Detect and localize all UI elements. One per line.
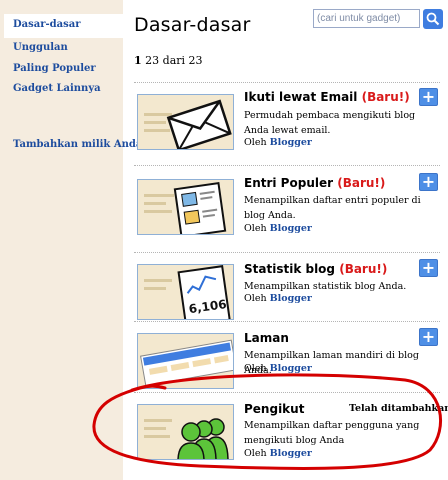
- sidebar-item-dasar-dasar[interactable]: Dasar-dasar: [13, 19, 81, 30]
- sidebar-item-unggulan[interactable]: Unggulan: [13, 42, 68, 53]
- gadget-author: Oleh Blogger: [244, 137, 312, 148]
- gadget-title[interactable]: Ikuti lewat Email (Baru!): [244, 90, 410, 104]
- gadget-name: Laman: [244, 331, 289, 345]
- gadget-author: Oleh Blogger: [244, 223, 312, 234]
- gadget-title[interactable]: Statistik blog (Baru!): [244, 262, 387, 276]
- gadget-author: Oleh Blogger: [244, 363, 312, 374]
- page-title: Dasar-dasar: [134, 14, 251, 36]
- sidebar-item-tambahkan-milik-anda[interactable]: Tambahkan milik Anda: [13, 139, 142, 150]
- gadget-description: Menampilkan daftar entri populer di blog…: [244, 195, 421, 221]
- add-gadget-button[interactable]: +: [419, 259, 438, 277]
- new-badge: (Baru!): [361, 90, 410, 104]
- author-link[interactable]: Blogger: [270, 448, 312, 459]
- author-prefix: Oleh: [244, 223, 267, 234]
- divider: [134, 321, 440, 322]
- divider: [134, 392, 440, 393]
- gadget-description: Menampilkan daftar pengguna yang mengiku…: [244, 420, 420, 446]
- search-icon: [426, 12, 440, 26]
- divider: [134, 165, 440, 166]
- add-gadget-button[interactable]: +: [419, 328, 438, 346]
- sidebar: Dasar-dasar Unggulan Paling Populer Gadg…: [0, 0, 142, 480]
- sidebar-item-paling-populer[interactable]: Paling Populer: [13, 63, 96, 74]
- gadget-name: Statistik blog: [244, 262, 336, 276]
- author-prefix: Oleh: [244, 448, 267, 459]
- gadget-name: Ikuti lewat Email: [244, 90, 358, 104]
- gadget-author: Oleh Blogger: [244, 448, 312, 459]
- document-icon: [137, 179, 234, 235]
- search-button[interactable]: [423, 9, 443, 29]
- divider: [134, 82, 440, 83]
- gadget-description: Menampilkan statistik blog Anda.: [244, 281, 407, 292]
- gadget-title[interactable]: Laman: [244, 331, 289, 345]
- divider: [134, 252, 440, 253]
- new-badge: (Baru!): [339, 262, 388, 276]
- envelope-icon: [137, 94, 234, 150]
- pages-icon: [137, 333, 234, 389]
- author-link[interactable]: Blogger: [270, 293, 312, 304]
- new-badge: (Baru!): [337, 176, 386, 190]
- author-link[interactable]: Blogger: [270, 137, 312, 148]
- gadget-author: Oleh Blogger: [244, 293, 312, 304]
- stats-chart-icon: 6,106: [137, 264, 234, 320]
- author-prefix: Oleh: [244, 363, 267, 374]
- gadget-title[interactable]: Pengikut: [244, 402, 304, 416]
- pagination-range: 23 dari 23: [145, 54, 203, 67]
- author-prefix: Oleh: [244, 293, 267, 304]
- gadget-description: Permudah pembaca mengikuti blog Anda lew…: [244, 110, 416, 136]
- gadget-name: Pengikut: [244, 402, 305, 416]
- pagination: 1 23 dari 23: [134, 54, 203, 67]
- sidebar-item-gadget-lainnya[interactable]: Gadget Lainnya: [13, 83, 101, 94]
- gadget-title[interactable]: Entri Populer (Baru!): [244, 176, 385, 190]
- added-status: Telah ditambahkan: [349, 403, 448, 414]
- author-prefix: Oleh: [244, 137, 267, 148]
- add-gadget-button[interactable]: +: [419, 173, 438, 191]
- followers-icon: [137, 404, 234, 460]
- author-link[interactable]: Blogger: [270, 223, 312, 234]
- search-input[interactable]: (cari untuk gadget): [313, 9, 420, 28]
- pagination-current: 1: [134, 54, 142, 67]
- add-gadget-button[interactable]: +: [419, 88, 438, 106]
- gadget-name: Entri Populer: [244, 176, 334, 190]
- author-link[interactable]: Blogger: [270, 363, 312, 374]
